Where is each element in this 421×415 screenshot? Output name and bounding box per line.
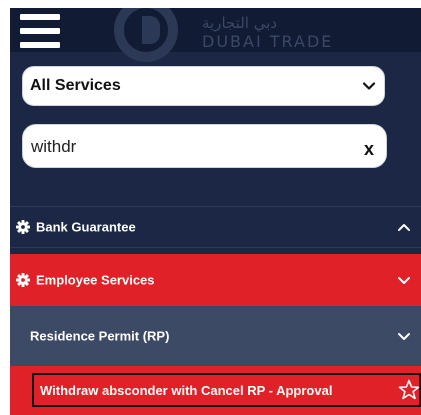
search-result-label: Withdraw absconder with Cancel RP - Appr…	[40, 383, 333, 398]
menu-item-employee-services[interactable]: Employee Services	[10, 254, 421, 306]
logo-emblem-icon	[114, 8, 178, 62]
logo-arabic-text: دبي التجارية	[202, 14, 278, 32]
search-result-item[interactable]: Withdraw absconder with Cancel RP - Appr…	[32, 373, 421, 407]
gear-icon	[16, 273, 30, 287]
submenu-item-residence-permit[interactable]: Residence Permit (RP)	[10, 306, 421, 366]
hamburger-bar	[20, 28, 60, 34]
chevron-down-icon	[398, 333, 410, 340]
hamburger-bar	[20, 42, 60, 48]
clear-search-button[interactable]: x	[364, 139, 374, 159]
service-search-input[interactable]	[31, 135, 351, 159]
screen: دبي التجارية DUBAI TRADE All Services x	[0, 0, 421, 415]
hamburger-menu-icon[interactable]	[20, 12, 60, 50]
gear-icon	[16, 220, 30, 234]
dubai-trade-logo: دبي التجارية DUBAI TRADE	[108, 8, 338, 62]
header: دبي التجارية DUBAI TRADE	[10, 8, 421, 62]
hamburger-bar	[20, 14, 60, 20]
logo-english-text: DUBAI TRADE	[202, 32, 334, 51]
navigation-panel: دبي التجارية DUBAI TRADE All Services x	[10, 8, 421, 415]
chevron-down-icon	[398, 277, 410, 284]
menu-item-label: Employee Services	[36, 272, 155, 288]
search-result-section: Withdraw absconder with Cancel RP - Appr…	[10, 366, 421, 415]
service-filter-select[interactable]: All Services	[22, 66, 385, 106]
menu-item-bank-guarantee[interactable]: Bank Guarantee	[10, 206, 421, 248]
favorite-star-icon[interactable]	[398, 379, 420, 401]
service-filter-value: All Services	[30, 77, 121, 94]
chevron-down-icon	[362, 82, 376, 90]
service-search-box: x	[22, 124, 387, 168]
submenu-item-label: Residence Permit (RP)	[30, 328, 170, 344]
menu-item-label: Bank Guarantee	[36, 219, 136, 235]
logo-emblem-notch	[142, 16, 160, 44]
chevron-up-icon	[398, 224, 410, 231]
